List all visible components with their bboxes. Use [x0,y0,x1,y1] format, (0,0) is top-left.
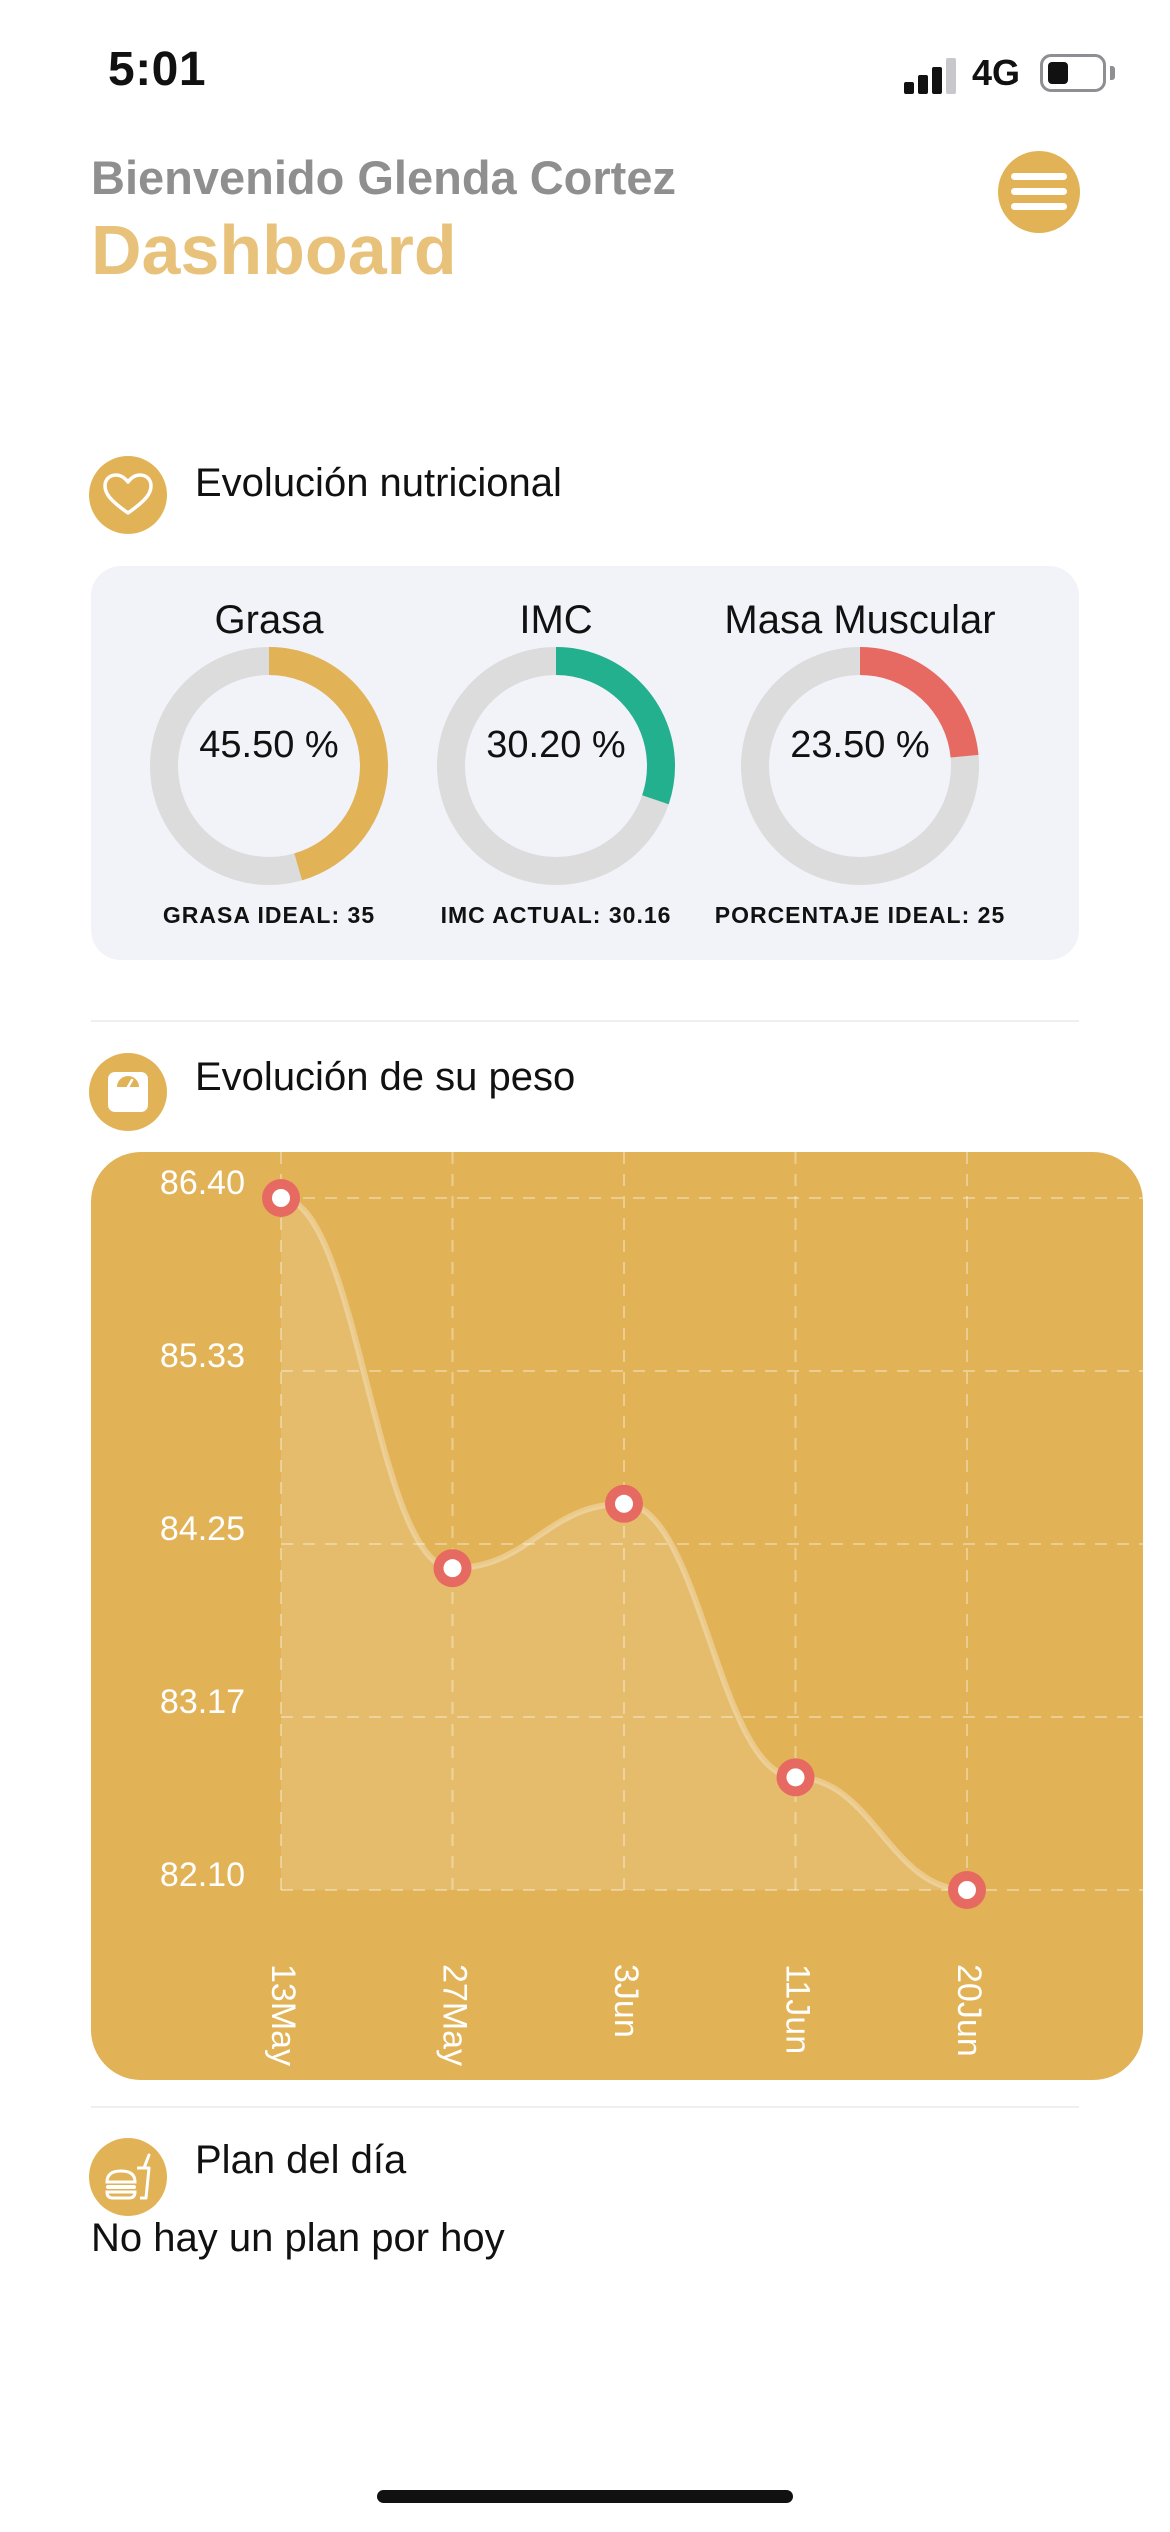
status-time: 5:01 [108,43,207,96]
data-point-center [443,1559,462,1578]
y-tick-label: 86.40 [160,1164,245,1202]
section-title-nutrition: Evolución nutricional [195,461,562,505]
section-title-plan: Plan del día [195,2138,407,2182]
metric-label-grasa: Grasa [214,598,324,642]
data-point-center [615,1494,633,1513]
home-indicator[interactable] [377,2490,793,2503]
metric-caption-grasa: GRASA IDEAL: 35 [162,902,376,928]
y-tick-label: 82.10 [160,1856,245,1894]
network-label: 4G [972,52,1021,93]
metric-value-grasa: 45.50 % [199,724,339,766]
divider [91,1020,1079,1022]
data-point-center [272,1189,290,1207]
y-tick-label: 83.17 [160,1683,245,1721]
weight-line-chart: 86.40 85.33 84.25 83.17 82.10 13May 27May 3Jun 1… [160,1152,1143,2066]
battery-tip [1110,66,1115,80]
hamburger-menu-icon[interactable] [998,151,1080,233]
data-point-center [786,1768,805,1787]
x-tick-label: 3Jun [607,1964,645,2038]
metric-value-masa-muscular: 23.50 % [790,724,930,766]
x-tick-label: 11Jun [779,1964,817,2054]
scale-icon [89,1053,167,1131]
metric-caption-imc: IMC ACTUAL: 30.16 [440,902,672,928]
welcome-text: Bienvenido Glenda Cortez [91,151,676,204]
food-icon [89,2138,167,2216]
x-tick-label: 13May [264,1964,302,2066]
battery-icon [1040,54,1106,92]
x-tick-label: 20Jun [950,1964,988,2057]
plan-empty-text: No hay un plan por hoy [91,2216,505,2260]
metric-caption-masa-muscular: PORCENTAJE IDEAL: 25 [714,902,1006,928]
page-title: Dashboard [91,211,457,289]
section-title-weight: Evolución de su peso [195,1055,576,1099]
x-tick-label: 27May [436,1964,474,2066]
heart-icon [89,456,167,534]
signal-icon [904,56,958,94]
data-point-center [958,1881,976,1899]
metric-label-imc: IMC [519,598,593,642]
y-tick-label: 85.33 [160,1337,245,1375]
weight-chart-card: 86.40 85.33 84.25 83.17 82.10 13May 27May 3Jun 1… [91,1152,1143,2080]
y-tick-label: 84.25 [160,1510,245,1548]
metric-value-imc: 30.20 % [486,724,626,766]
metric-label-masa-muscular: Masa Muscular [724,598,996,642]
divider [91,2106,1079,2108]
